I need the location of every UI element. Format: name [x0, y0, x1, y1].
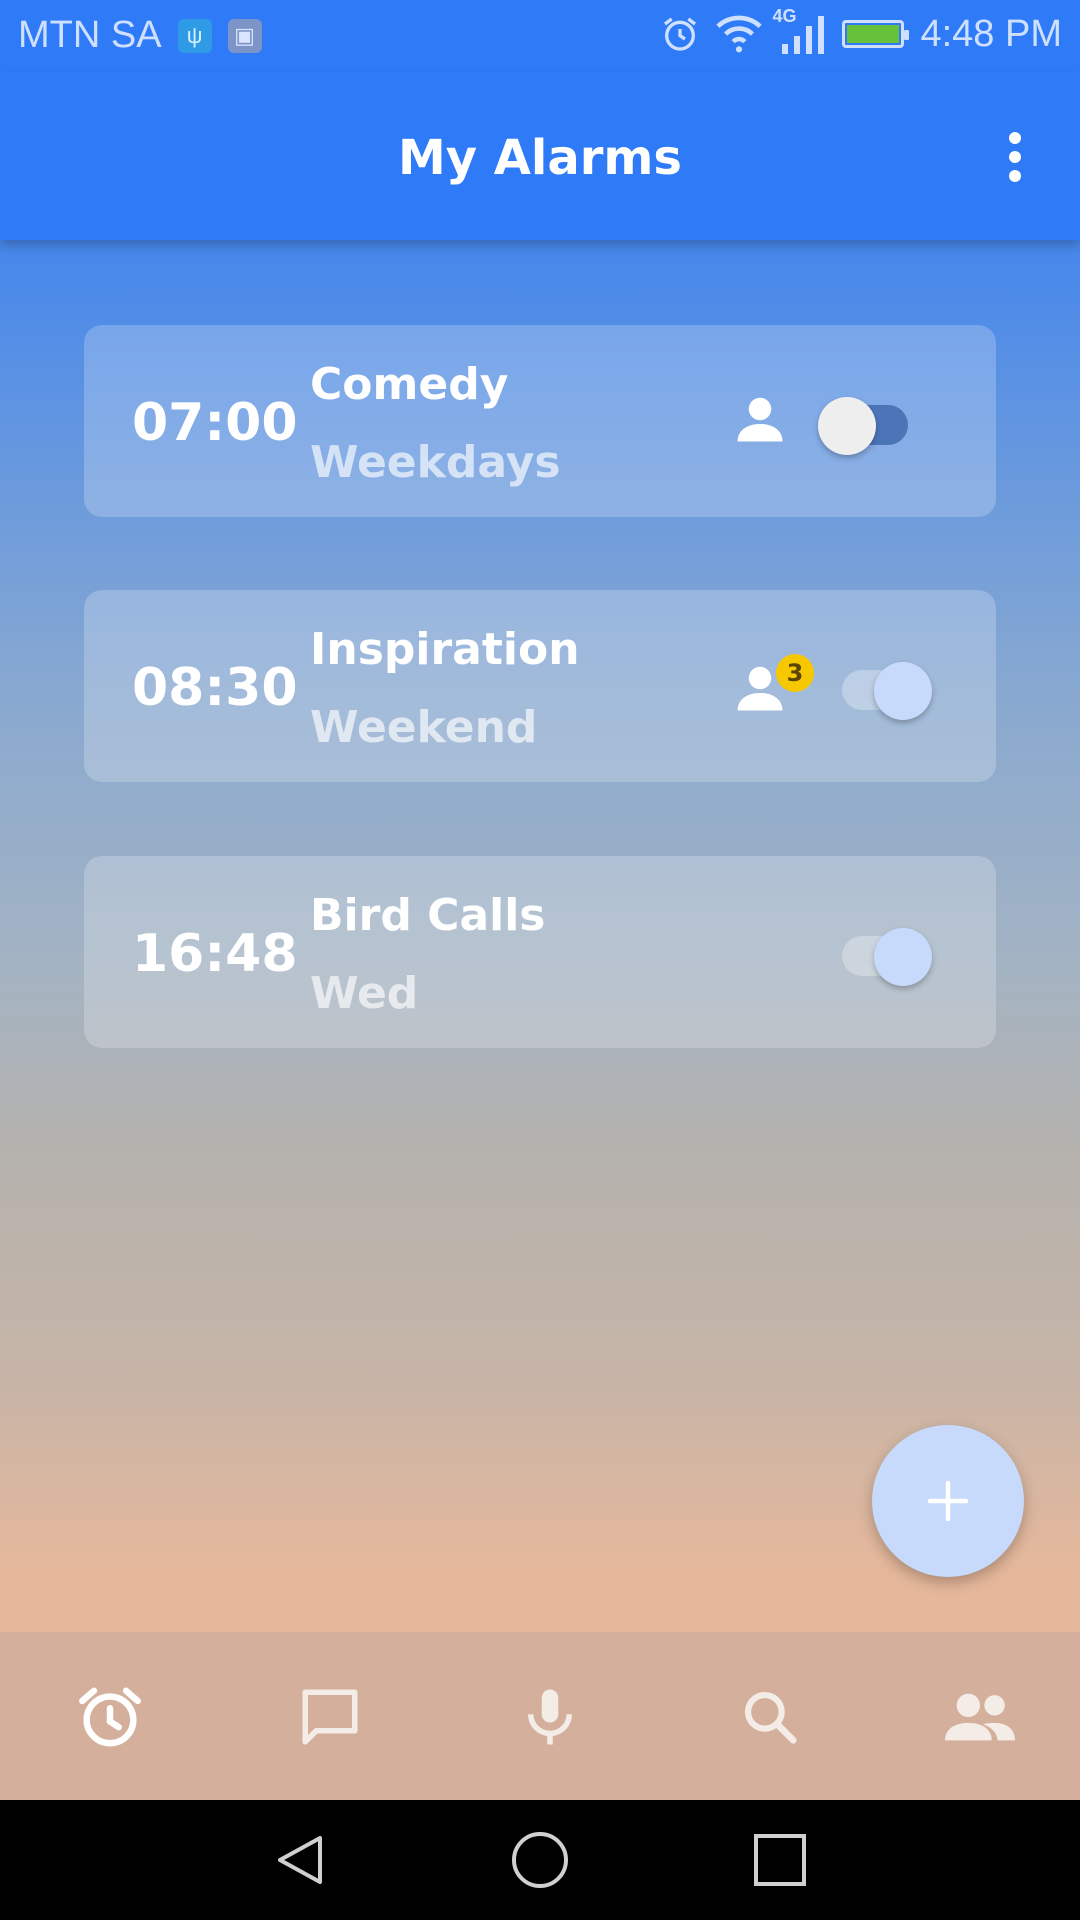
screen: MTN SA ψ ▣ 4G 4:48 PM My Alarms 07:00 Co… [0, 0, 1080, 1920]
search-icon [744, 1691, 797, 1744]
alarm-clock-icon [664, 17, 697, 51]
add-alarm-button[interactable] [872, 1425, 1024, 1577]
nav-item-messages[interactable] [285, 1672, 375, 1762]
chat-icon [302, 1689, 358, 1745]
carrier-label: MTN SA [18, 14, 162, 56]
alarm-days: Wed [310, 968, 419, 1019]
shared-count-badge: 3 [776, 654, 814, 692]
signal-icon: 4G [772, 6, 826, 56]
page-title: My Alarms [397, 130, 682, 186]
alarm-toggle[interactable] [830, 650, 932, 720]
alarm-name: Inspiration [310, 624, 580, 675]
status-time: 4:48 PM [920, 12, 1062, 55]
alarm-card[interactable]: 16:48 Bird Calls Wed [84, 856, 996, 1048]
nav-item-search[interactable] [725, 1672, 815, 1762]
usb-icon: ψ [177, 18, 212, 53]
people-icon [945, 1693, 1015, 1741]
nav-item-voice[interactable] [505, 1672, 595, 1762]
alarm-time: 08:30 [132, 658, 298, 718]
alarm-name: Comedy [310, 359, 509, 410]
plus-icon [927, 1480, 969, 1522]
alarm-icon [79, 1687, 141, 1747]
recents-icon[interactable] [750, 1830, 810, 1890]
image-icon: ▣ [227, 18, 262, 53]
alarm-toggle[interactable] [830, 916, 932, 986]
alarm-card[interactable]: 08:30 Inspiration Weekend 3 [84, 590, 996, 782]
alarm-name: Bird Calls [310, 890, 546, 941]
more-vertical-icon [1009, 132, 1021, 182]
system-nav-bar [0, 1800, 1080, 1920]
home-icon[interactable] [510, 1830, 570, 1890]
app-bar: My Alarms [0, 72, 1080, 240]
toggle-thumb [818, 397, 876, 455]
back-icon[interactable] [270, 1830, 330, 1890]
alarm-toggle[interactable] [818, 385, 918, 455]
alarm-time: 16:48 [132, 924, 298, 984]
nav-item-people[interactable] [935, 1672, 1025, 1762]
alarm-days: Weekend [310, 702, 538, 753]
battery-charging-icon [842, 20, 910, 48]
toggle-thumb [874, 928, 932, 986]
status-bar: MTN SA ψ ▣ 4G 4:48 PM [0, 0, 1080, 72]
wifi-icon [716, 15, 763, 53]
bottom-nav [0, 1632, 1080, 1800]
more-options-button[interactable] [980, 122, 1050, 192]
alarm-time: 07:00 [132, 393, 298, 453]
alarm-days: Weekdays [310, 437, 561, 488]
nav-item-alarms[interactable] [65, 1672, 155, 1762]
microphone-icon [528, 1689, 572, 1745]
alarm-card[interactable]: 07:00 Comedy Weekdays [84, 325, 996, 517]
toggle-thumb [874, 662, 932, 720]
person-icon [737, 397, 783, 442]
